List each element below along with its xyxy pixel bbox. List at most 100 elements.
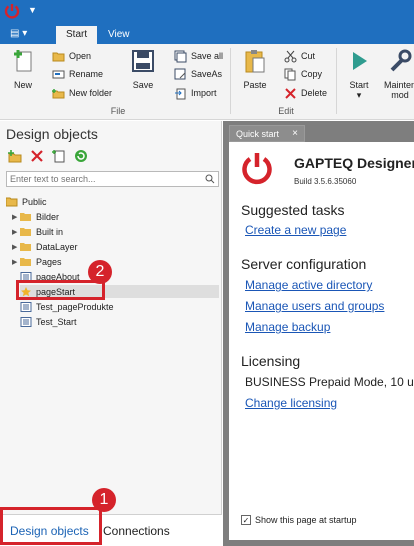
paste-label: Paste xyxy=(243,80,267,90)
app-name: GAPTEQ Designer xyxy=(294,155,414,171)
manage-directory-link[interactable]: Manage active directory xyxy=(245,278,372,292)
checkbox-checked-icon[interactable]: ✓ xyxy=(241,515,251,525)
new-page-icon[interactable] xyxy=(52,149,66,163)
save-all-button[interactable]: Save all xyxy=(174,48,223,64)
copy-button[interactable]: Copy xyxy=(284,66,322,82)
paste-button[interactable]: Paste xyxy=(236,48,274,90)
rename-label: Rename xyxy=(69,69,104,79)
license-mode-text: BUSINESS Prepaid Mode, 10 u xyxy=(245,375,414,389)
delete-x-icon[interactable] xyxy=(30,149,44,163)
tab-start[interactable]: Start xyxy=(56,26,98,44)
wrench-icon xyxy=(390,49,412,72)
close-icon[interactable]: × xyxy=(292,128,298,139)
copy-label: Copy xyxy=(301,69,323,79)
group-label-edit: Edit xyxy=(278,106,294,116)
title-bar: ▼ xyxy=(0,0,414,26)
panel-toolbar xyxy=(8,149,88,163)
tab-connections[interactable]: Connections xyxy=(103,524,170,538)
new-folder-label: New folder xyxy=(69,88,113,98)
new-label: New xyxy=(13,80,32,90)
tree-node-label: Pages xyxy=(36,256,62,267)
quick-access-dropdown[interactable]: ▼ xyxy=(28,5,37,15)
tab-quick-start[interactable]: Quick start × xyxy=(229,125,305,142)
build-version: Build 3.5.6.35060 xyxy=(294,177,357,186)
show-at-startup-checkbox[interactable]: ✓ Show this page at startup xyxy=(241,515,357,525)
tree-node-folder[interactable]: ▶ DataLayer xyxy=(12,240,78,253)
folder-icon xyxy=(20,242,31,251)
start-button[interactable]: Start ▾ xyxy=(340,48,378,101)
licensing-heading: Licensing xyxy=(241,353,301,369)
folder-icon xyxy=(20,212,31,221)
import-button[interactable]: Import xyxy=(174,85,217,101)
manage-backup-link[interactable]: Manage backup xyxy=(245,320,330,334)
tree-node-folder[interactable]: ▶ Bilder xyxy=(12,210,59,223)
delete-button[interactable]: Delete xyxy=(284,85,327,101)
tab-view[interactable]: View xyxy=(98,26,140,44)
search-input[interactable] xyxy=(7,172,197,186)
rename-icon xyxy=(52,70,65,78)
rename-button[interactable]: Rename xyxy=(52,66,103,82)
tree-node-folder[interactable]: ▶ Built in xyxy=(12,225,63,238)
save-as-label: SaveAs xyxy=(191,69,223,79)
new-folder-button[interactable]: New folder xyxy=(52,85,112,101)
change-licensing-link[interactable]: Change licensing xyxy=(245,396,337,410)
save-as-button[interactable]: SaveAs xyxy=(174,66,222,82)
annotation-badge-2: 2 xyxy=(88,260,112,284)
tree-node-label: Public xyxy=(22,196,47,207)
tree-node-public[interactable]: Public xyxy=(6,195,47,208)
search-field[interactable] xyxy=(6,171,219,187)
expand-arrow-icon[interactable]: ▶ xyxy=(12,213,20,221)
new-plus-icon xyxy=(14,50,32,72)
annotation-highlight-pagestart xyxy=(16,280,105,300)
tree-node-page[interactable]: Test_Start xyxy=(20,315,77,328)
tree-node-label: Test_pageProdukte xyxy=(36,301,114,312)
tree-node-label: Bilder xyxy=(36,211,60,222)
open-label: Open xyxy=(69,51,92,61)
quick-start-page: GAPTEQ Designer Build 3.5.6.35060 Sugges… xyxy=(229,142,414,540)
save-as-icon xyxy=(174,68,186,79)
import-label: Import xyxy=(191,88,217,98)
new-button[interactable]: New xyxy=(4,48,42,90)
maintenance-label: Mainten xyxy=(383,80,414,90)
show-at-startup-label: Show this page at startup xyxy=(255,515,357,525)
new-folder-icon[interactable] xyxy=(8,149,22,163)
expand-arrow-icon[interactable]: ▶ xyxy=(12,258,20,266)
manage-users-link[interactable]: Manage users and groups xyxy=(245,299,384,313)
design-objects-panel: Design objects Public ▶ Bilder ▶ Built i… xyxy=(0,121,222,546)
expand-arrow-icon[interactable]: ▶ xyxy=(12,228,20,236)
folder-open-icon xyxy=(6,197,18,206)
delete-label: Delete xyxy=(301,88,328,98)
maintenance-label-line2: mod xyxy=(391,90,409,100)
delete-x-icon xyxy=(285,87,296,99)
ribbon-separator xyxy=(336,48,337,114)
tree-node-folder[interactable]: ▶ Pages xyxy=(12,255,62,268)
open-folder-icon xyxy=(52,52,65,61)
annotation-highlight-design-objects-tab xyxy=(0,507,102,545)
save-all-icon xyxy=(174,50,187,62)
open-button[interactable]: Open xyxy=(52,48,91,64)
save-all-label: Save all xyxy=(191,51,224,61)
create-page-link[interactable]: Create a new page xyxy=(245,223,346,237)
gapteq-logo-icon xyxy=(242,153,272,185)
refresh-icon[interactable] xyxy=(74,149,88,163)
import-icon xyxy=(175,88,186,99)
tree-node-page[interactable]: Test_pageProdukte xyxy=(20,300,114,313)
cut-button[interactable]: Cut xyxy=(284,48,315,64)
save-label: Save xyxy=(132,80,154,90)
panel-title: Design objects xyxy=(6,126,98,142)
gapteq-logo-icon[interactable] xyxy=(4,3,20,19)
folder-icon xyxy=(20,227,31,236)
search-icon[interactable] xyxy=(205,174,215,184)
expand-arrow-icon[interactable]: ▶ xyxy=(12,243,20,251)
save-disk-icon xyxy=(132,50,154,72)
maintenance-mode-button[interactable]: Mainten mod xyxy=(378,48,414,100)
tree-node-label: Test_Start xyxy=(36,316,77,327)
file-menu-button[interactable]: ▤ ▾ xyxy=(10,28,38,42)
group-label-file: File xyxy=(110,106,126,116)
page-icon xyxy=(20,316,32,327)
save-button[interactable]: Save xyxy=(124,48,162,90)
scissors-icon xyxy=(284,50,297,62)
suggested-tasks-heading: Suggested tasks xyxy=(241,202,345,218)
page-icon xyxy=(20,301,32,312)
document-area: Quick start × GAPTEQ Designer Build 3.5.… xyxy=(223,121,414,546)
